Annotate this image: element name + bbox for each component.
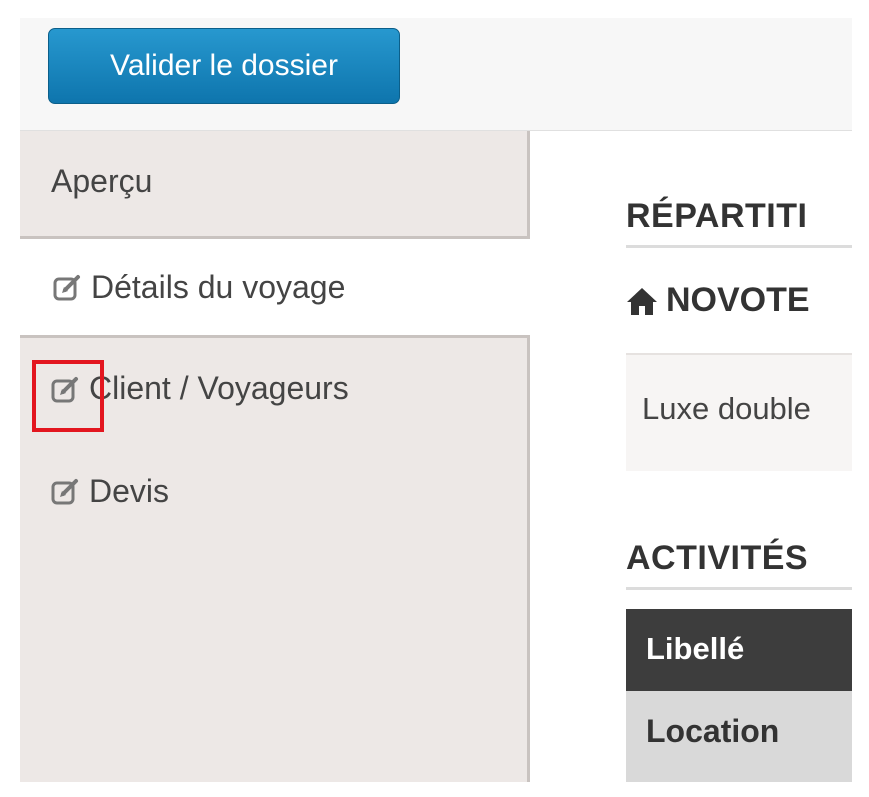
edit-icon bbox=[53, 273, 81, 301]
table-row[interactable]: Location bbox=[626, 691, 852, 782]
room-type: Luxe double bbox=[642, 391, 811, 426]
activities-heading: ACTIVITÉS bbox=[626, 539, 809, 577]
hotel-line: NOVOTE bbox=[626, 281, 810, 320]
column-header-label: Libellé bbox=[646, 631, 745, 666]
edit-icon bbox=[51, 477, 79, 505]
app-frame: Valider le dossier Aperçu Détails du voy… bbox=[20, 18, 852, 782]
table-cell: Location bbox=[646, 713, 780, 749]
repartition-heading: RÉPARTITI bbox=[626, 197, 808, 235]
home-icon bbox=[626, 286, 658, 316]
main-content: RÉPARTITI NOVOTE Luxe double ACTIVITÉS L… bbox=[530, 131, 852, 782]
top-toolbar: Valider le dossier bbox=[20, 18, 852, 131]
sidebar-item-overview[interactable]: Aperçu bbox=[20, 131, 530, 239]
highlight-box bbox=[32, 360, 104, 432]
sidebar-item-label: Devis bbox=[89, 472, 170, 509]
table-header: Libellé bbox=[626, 609, 852, 691]
validate-file-button[interactable]: Valider le dossier bbox=[48, 28, 400, 104]
room-card: Luxe double bbox=[626, 353, 852, 471]
sidebar-item-trip-details[interactable]: Détails du voyage bbox=[20, 239, 530, 335]
sidebar-item-label: Détails du voyage bbox=[91, 268, 346, 305]
hotel-name: NOVOTE bbox=[666, 281, 810, 319]
heading-divider bbox=[626, 587, 852, 590]
sidebar-item-quote[interactable]: Devis bbox=[20, 439, 530, 543]
sidebar: Aperçu Détails du voyage Client / Voyage… bbox=[20, 131, 530, 782]
sidebar-item-label: Client / Voyageurs bbox=[89, 370, 349, 406]
sidebar-background bbox=[20, 543, 530, 782]
heading-divider bbox=[626, 245, 852, 248]
sidebar-item-label: Aperçu bbox=[51, 163, 153, 199]
